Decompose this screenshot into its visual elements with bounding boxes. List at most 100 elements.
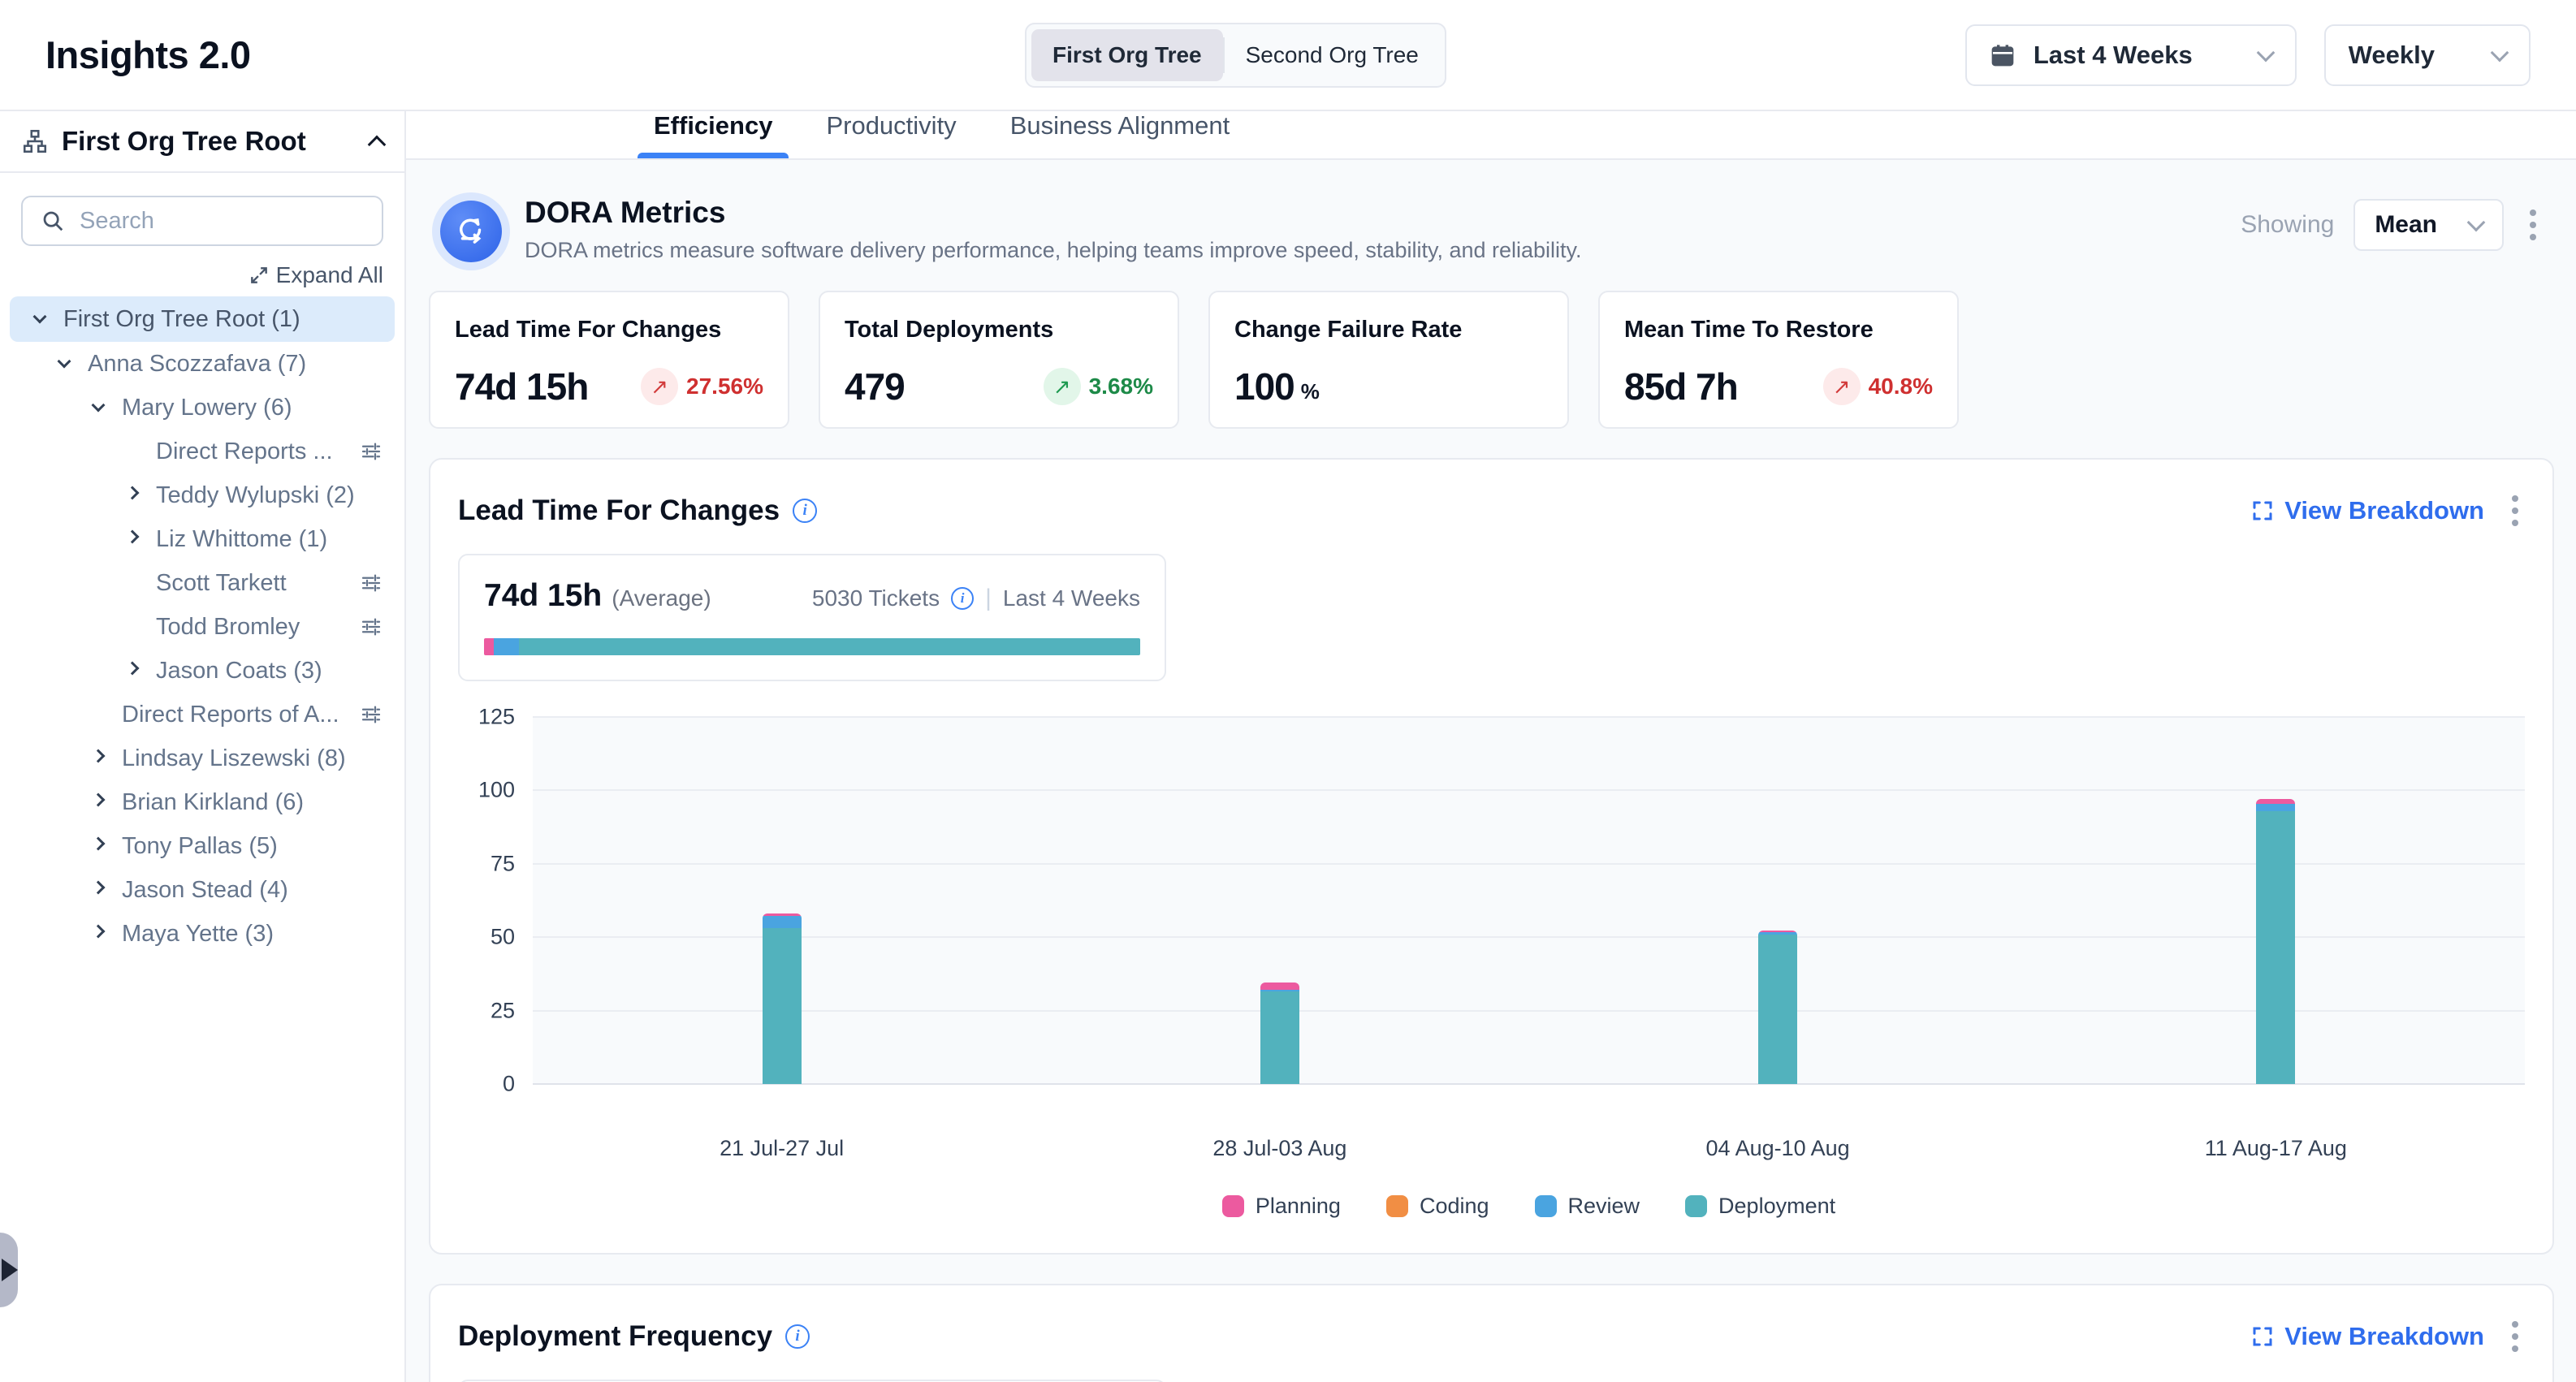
chevron-right-icon[interactable] (86, 800, 110, 805)
delta-value: 27.56% (686, 374, 763, 399)
tree-item[interactable]: Direct Reports of A... (0, 693, 404, 736)
tree-item[interactable]: Brian Kirkland (6) (0, 780, 404, 824)
tree-item[interactable]: Teddy Wylupski (2) (0, 473, 404, 517)
stacked-bar-28-jul-03-aug[interactable] (1260, 983, 1299, 1084)
chevron-right-icon[interactable] (86, 931, 110, 936)
chevron-right-icon[interactable] (86, 844, 110, 849)
metric-card-mean-time-to-restore[interactable]: Mean Time To Restore85d 7h↗40.8% (1598, 291, 1959, 429)
bar-segment-planning (1260, 983, 1299, 990)
chevron-right-icon[interactable] (120, 493, 145, 498)
chevron-right-icon[interactable] (120, 668, 145, 673)
date-range-dropdown[interactable]: Last 4 Weeks (1965, 24, 2297, 86)
view-breakdown-button[interactable]: View Breakdown (2250, 496, 2484, 525)
org-toggle-option[interactable]: First Org Tree (1031, 29, 1223, 81)
view-breakdown-label: View Breakdown (2284, 496, 2484, 525)
tabs-bar: Efficiency Productivity Business Alignment (406, 111, 2576, 160)
stacked-bar-04-aug-10-aug[interactable] (1758, 931, 1797, 1084)
chevron-right-icon[interactable] (86, 756, 110, 761)
tree-search[interactable] (21, 196, 383, 246)
tree-item[interactable]: Scott Tarkett (0, 561, 404, 605)
y-tick-label: 125 (478, 705, 515, 730)
granularity-value: Weekly (2349, 41, 2435, 70)
tree-item[interactable]: Jason Stead (4) (0, 868, 404, 912)
bar-segment-deployment (1758, 935, 1797, 1084)
tree-item-label: Direct Reports of A... (122, 702, 339, 728)
collapse-chevron-up-icon[interactable] (368, 136, 387, 154)
metric-value: 479 (845, 365, 905, 408)
lead-time-chart: 0255075100125 (458, 717, 2525, 1084)
summary-value: 74d 15h (484, 578, 602, 614)
org-toggle-option[interactable]: Second Org Tree (1225, 29, 1440, 81)
metric-card-total-deployments[interactable]: Total Deployments479↗3.68% (819, 291, 1179, 429)
tree-item[interactable]: First Org Tree Root (1) (10, 296, 395, 342)
sidebar-collapse-handle[interactable] (0, 1233, 18, 1307)
search-input[interactable] (80, 208, 364, 235)
filter-sliders-icon[interactable] (359, 702, 383, 727)
legend-item-planning[interactable]: Planning (1222, 1194, 1341, 1219)
lead-time-kebab-menu[interactable] (2505, 489, 2525, 533)
info-icon[interactable]: i (785, 1324, 810, 1349)
trend-badge: ↗3.68% (1044, 368, 1153, 405)
tree-item-label: Lindsay Liszewski (8) (122, 745, 346, 772)
top-bar: Insights 2.0 First Org TreeSecond Org Tr… (0, 0, 2576, 111)
deployment-frequency-panel: Deployment Frequency i View Breakdown (429, 1284, 2554, 1382)
legend-item-coding[interactable]: Coding (1386, 1194, 1489, 1219)
tree-item[interactable]: Lindsay Liszewski (8) (0, 736, 404, 780)
tree-item-label: Direct Reports ... (156, 438, 333, 465)
info-icon[interactable]: i (793, 499, 817, 523)
summary-period: Last 4 Weeks (1003, 585, 1140, 611)
metric-value: 100 (1234, 365, 1294, 408)
y-tick-label: 0 (503, 1072, 515, 1097)
filter-sliders-icon[interactable] (359, 615, 383, 639)
filter-sliders-icon[interactable] (359, 571, 383, 595)
tree-item[interactable]: Liz Whittome (1) (0, 517, 404, 561)
tree-item-label: Mary Lowery (6) (122, 395, 292, 421)
tree-item[interactable]: Todd Bromley (0, 605, 404, 649)
tree-item-label: Tony Pallas (5) (122, 833, 278, 860)
chevron-right-icon[interactable] (120, 537, 145, 542)
metric-title: Mean Time To Restore (1624, 317, 1933, 343)
chevron-down-icon[interactable] (28, 317, 52, 322)
dora-kebab-menu[interactable] (2523, 203, 2543, 247)
legend-swatch (1386, 1195, 1408, 1217)
chevron-right-icon[interactable] (86, 888, 110, 892)
trend-up-arrow-icon: ↗ (1823, 368, 1861, 405)
calendar-icon (1990, 42, 2016, 68)
bar-slot (2027, 717, 2525, 1084)
legend-item-deployment[interactable]: Deployment (1685, 1194, 1835, 1219)
legend-swatch (1685, 1195, 1707, 1217)
chevron-down-icon[interactable] (86, 405, 110, 410)
summary-tickets: 5030 Tickets (812, 585, 940, 611)
tab-efficiency[interactable]: Efficiency (654, 111, 772, 158)
stacked-bar-11-aug-17-aug[interactable] (2256, 799, 2295, 1084)
tree-item[interactable]: Maya Yette (3) (0, 912, 404, 956)
org-tree-toggle: First Org TreeSecond Org Tree (1025, 23, 1446, 88)
expand-all-button[interactable]: Expand All (0, 262, 383, 288)
granularity-dropdown[interactable]: Weekly (2324, 24, 2531, 86)
tab-business-alignment[interactable]: Business Alignment (1010, 111, 1230, 158)
view-breakdown-button[interactable]: View Breakdown (2250, 1322, 2484, 1351)
y-tick-label: 50 (491, 925, 515, 950)
info-icon[interactable]: i (951, 587, 974, 610)
legend-swatch (1535, 1195, 1557, 1217)
deployment-kebab-menu[interactable] (2505, 1315, 2525, 1358)
stacked-bar-21-jul-27-jul[interactable] (763, 913, 802, 1084)
chevron-down-icon[interactable] (52, 361, 76, 366)
tree-item[interactable]: Anna Scozzafava (7) (0, 342, 404, 386)
legend-item-review[interactable]: Review (1535, 1194, 1640, 1219)
tree-item[interactable]: Mary Lowery (6) (0, 386, 404, 430)
tree-item[interactable]: Tony Pallas (5) (0, 824, 404, 868)
tree-item[interactable]: Jason Coats (3) (0, 649, 404, 693)
filter-sliders-icon[interactable] (359, 439, 383, 464)
y-tick-label: 100 (478, 778, 515, 803)
metric-card-lead-time-for-changes[interactable]: Lead Time For Changes74d 15h↗27.56% (429, 291, 789, 429)
showing-dropdown[interactable]: Mean (2353, 199, 2504, 251)
delta-value: 3.68% (1089, 374, 1153, 399)
sidebar-header[interactable]: First Org Tree Root (0, 111, 404, 173)
tree-item[interactable]: Direct Reports ... (0, 430, 404, 473)
tree-item-label: Anna Scozzafava (7) (88, 351, 306, 378)
tab-productivity[interactable]: Productivity (826, 111, 956, 158)
metric-unit: % (1301, 379, 1320, 404)
expand-arrows-icon (249, 265, 270, 286)
metric-card-change-failure-rate[interactable]: Change Failure Rate100% (1208, 291, 1569, 429)
